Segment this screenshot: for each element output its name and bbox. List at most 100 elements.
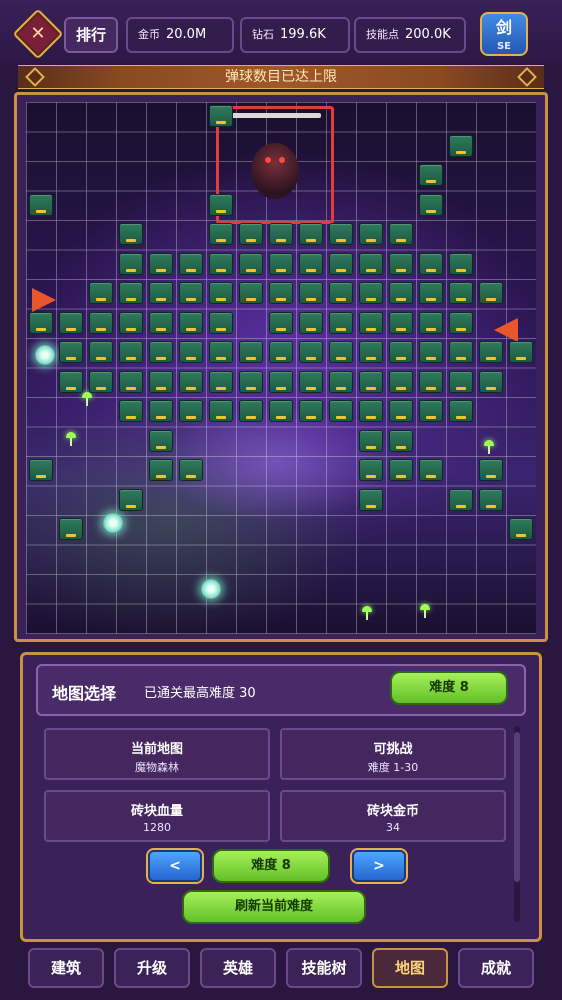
brick xyxy=(149,341,173,363)
brick xyxy=(239,370,263,393)
brick xyxy=(209,311,233,334)
left-launcher-arrow xyxy=(32,288,56,312)
ball xyxy=(200,578,222,600)
difficulty-badge-button[interactable]: 难度 8 xyxy=(390,671,508,705)
brick xyxy=(449,488,473,511)
boss-health-bar xyxy=(229,113,321,118)
gold-value: 20.0M xyxy=(166,27,207,42)
current-difficulty-button[interactable]: 难度 8 xyxy=(212,849,330,883)
spider-eye xyxy=(279,157,285,163)
gold-label: 金币 xyxy=(138,28,160,41)
brick xyxy=(179,370,203,393)
brick xyxy=(479,282,503,304)
diamond-stat: 钻石 199.6K xyxy=(240,17,350,53)
banner-left-ornament xyxy=(25,67,45,87)
brick xyxy=(29,193,53,216)
ball xyxy=(34,344,56,366)
brick-gold-card: 砖块金币 34 xyxy=(280,790,506,842)
brick xyxy=(419,341,443,363)
brick xyxy=(419,400,443,422)
game-board[interactable] xyxy=(26,102,536,634)
challenge-range-title: 可挑战 xyxy=(373,742,413,757)
glowing-mushroom xyxy=(66,432,76,446)
brick xyxy=(359,400,383,422)
brick-hp-card: 砖块血量 1280 xyxy=(44,790,270,842)
refresh-difficulty-button[interactable]: 刷新当前难度 xyxy=(182,890,366,924)
brick xyxy=(419,164,443,186)
brick xyxy=(479,459,503,481)
nav-building[interactable]: 建筑 xyxy=(28,948,104,988)
nav-skill-tree[interactable]: 技能树 xyxy=(286,948,362,988)
brick xyxy=(119,370,143,393)
next-difficulty-button[interactable]: > xyxy=(352,850,406,882)
nav-map[interactable]: 地图 xyxy=(372,948,448,988)
brick xyxy=(389,282,413,304)
brick xyxy=(359,370,383,393)
current-map-value: 魔物森林 xyxy=(135,761,179,774)
brick xyxy=(389,370,413,393)
brick xyxy=(419,370,443,393)
skill-point-label: 技能点 xyxy=(366,28,399,41)
brick xyxy=(299,400,323,422)
nav-upgrade[interactable]: 升级 xyxy=(114,948,190,988)
brick xyxy=(299,311,323,334)
spider-boss xyxy=(251,143,299,199)
brick xyxy=(149,311,173,334)
brick xyxy=(359,429,383,452)
brick xyxy=(269,341,293,363)
panel-title: 地图选择 xyxy=(52,684,117,703)
brick xyxy=(239,341,263,363)
brick xyxy=(329,223,353,245)
brick xyxy=(119,223,143,245)
brick xyxy=(359,282,383,304)
boss-target-frame[interactable] xyxy=(216,106,334,224)
glowing-mushroom xyxy=(484,440,494,454)
banner-right-ornament xyxy=(517,67,537,87)
brick xyxy=(389,341,413,363)
brick xyxy=(179,311,203,334)
brick xyxy=(209,400,233,422)
brick xyxy=(179,252,203,275)
panel-scrollbar-thumb[interactable] xyxy=(514,732,520,882)
brick xyxy=(419,282,443,304)
ball xyxy=(102,512,124,534)
brick-hp-value: 1280 xyxy=(143,821,171,834)
nav-hero[interactable]: 英雄 xyxy=(200,948,276,988)
brick xyxy=(299,370,323,393)
sword-button[interactable]: 剑 SE xyxy=(480,12,528,56)
brick xyxy=(449,282,473,304)
current-map-title: 当前地图 xyxy=(130,742,183,757)
brick xyxy=(329,252,353,275)
brick xyxy=(389,311,413,334)
brick xyxy=(389,252,413,275)
brick xyxy=(449,341,473,363)
gold-stat: 金币 20.0M xyxy=(126,17,234,53)
brick xyxy=(119,400,143,422)
brick xyxy=(29,311,53,334)
brick xyxy=(359,223,383,245)
cleared-difficulty-text: 已通关最高难度 30 xyxy=(144,686,256,701)
brick xyxy=(89,341,113,363)
prev-difficulty-button[interactable]: < xyxy=(148,850,202,882)
brick xyxy=(89,311,113,334)
brick xyxy=(479,341,503,363)
brick xyxy=(209,193,233,216)
brick xyxy=(359,311,383,334)
difficulty-badge-label: 难度 8 xyxy=(429,680,469,695)
brick xyxy=(269,400,293,422)
brick xyxy=(149,429,173,452)
skill-point-stat: 技能点 200.0K xyxy=(354,17,466,53)
brick xyxy=(149,370,173,393)
brick xyxy=(149,252,173,275)
challenge-range-card: 可挑战 难度 1-30 xyxy=(280,728,506,780)
diamond-value: 199.6K xyxy=(280,27,326,42)
nav-achievement[interactable]: 成就 xyxy=(458,948,534,988)
glowing-mushroom xyxy=(420,604,430,618)
brick xyxy=(209,370,233,393)
rank-button[interactable]: 排行 xyxy=(64,17,118,53)
ball-limit-banner: 弹球数目已达上限 xyxy=(18,65,544,89)
brick xyxy=(389,223,413,245)
brick xyxy=(179,341,203,363)
brick xyxy=(329,311,353,334)
brick xyxy=(269,370,293,393)
